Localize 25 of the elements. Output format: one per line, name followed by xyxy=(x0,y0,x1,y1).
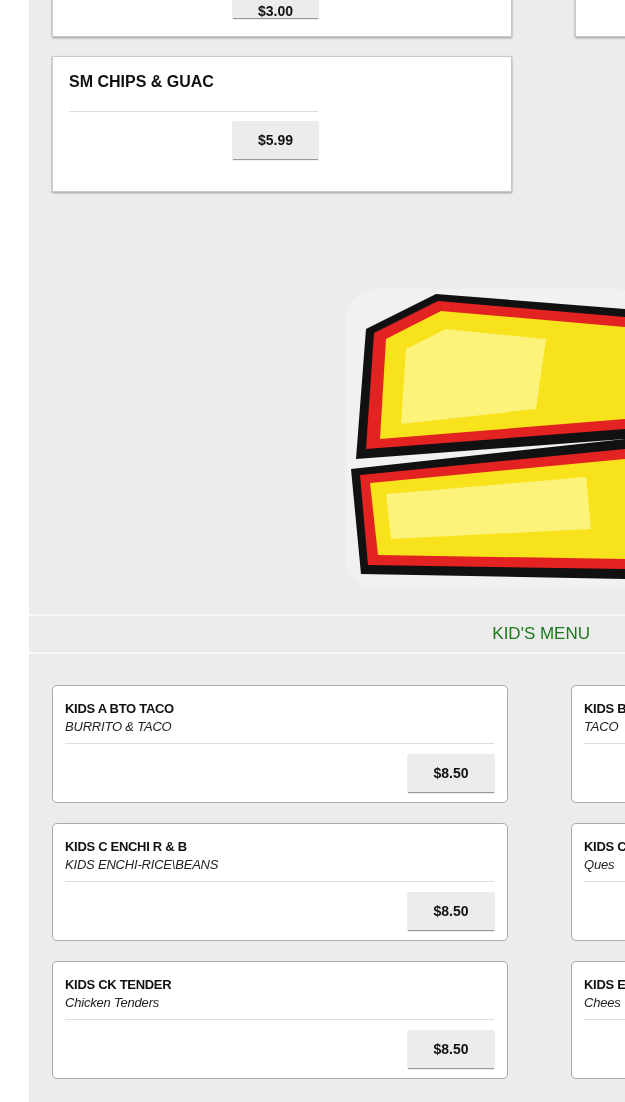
item-description: KIDS ENCHI-RICE\BEANS xyxy=(65,856,220,874)
menu-card[interactable]: KIDS B TACO xyxy=(571,685,625,803)
item-name: KIDS C ENCHI R & B xyxy=(65,838,188,856)
category-title[interactable]: KID'S MENU xyxy=(492,624,590,644)
menu-card[interactable]: KIDS E Chees xyxy=(571,961,625,1079)
item-description: BURRITO & TACO xyxy=(65,718,173,736)
menu-card[interactable]: KIDS A BTO TACO BURRITO & TACO $8.50 xyxy=(52,685,508,803)
item-description: Chicken Tenders xyxy=(65,994,161,1012)
item-name: KIDS B xyxy=(584,700,625,718)
price-button[interactable]: $8.50 xyxy=(408,892,494,930)
item-name: KIDS CK TENDER xyxy=(65,976,173,994)
item-name: KIDS E xyxy=(584,976,625,994)
price-button[interactable]: $8.50 xyxy=(408,1030,494,1068)
item-name: KIDS A BTO TACO xyxy=(65,700,175,718)
menu-card[interactable]: KIDS CK TENDER Chicken Tenders $8.50 xyxy=(52,961,508,1079)
item-description: TACO xyxy=(584,718,620,736)
menu-card[interactable]: $3.00 xyxy=(52,0,512,37)
item-description: Ques xyxy=(584,856,616,874)
price-button[interactable]: $5.99 xyxy=(233,121,318,159)
item-name: SM CHIPS & GUAC xyxy=(69,73,215,92)
menu-card[interactable]: SM CHIPS & GUAC $5.99 xyxy=(52,56,512,192)
price-button[interactable]: $8.50 xyxy=(408,754,494,792)
price-button[interactable]: $3.00 xyxy=(233,0,318,18)
menu-card[interactable]: KIDS C ENCHI R & B KIDS ENCHI-RICE\BEANS $8.50 xyxy=(52,823,508,941)
item-description: Chees xyxy=(584,994,622,1012)
